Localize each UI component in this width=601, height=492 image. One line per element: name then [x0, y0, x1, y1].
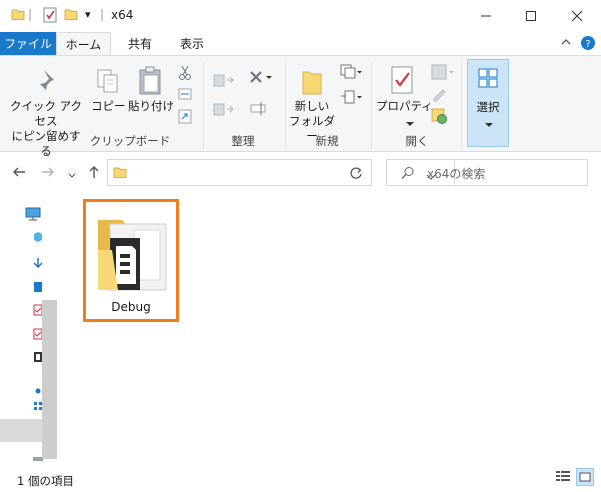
minimize-button[interactable] — [463, 0, 509, 32]
open-icon[interactable] — [431, 64, 455, 83]
forward-arrow-icon[interactable] — [41, 165, 55, 182]
move-to-icon[interactable] — [213, 72, 237, 91]
details-view-icon[interactable] — [555, 468, 571, 487]
copy-to-icon[interactable] — [213, 101, 237, 120]
delete-icon[interactable] — [249, 70, 273, 89]
tab-share[interactable]: 共有 — [118, 32, 162, 55]
ribbon: クイック アクセス にピン留めする コピー 貼り付け クリップボード 整理 新し… — [0, 55, 601, 158]
folder-with-document-icon — [94, 210, 170, 303]
maximize-button[interactable] — [508, 0, 554, 32]
recent-locations-chevron-icon[interactable] — [68, 168, 76, 182]
folder-item-debug[interactable]: Debug — [83, 199, 179, 322]
group-open-label: 開く — [405, 134, 429, 148]
properties-icon[interactable] — [390, 65, 414, 98]
window-title: x64 — [111, 8, 134, 22]
edit-icon[interactable] — [431, 86, 447, 105]
properties-button[interactable]: プロパティ — [376, 99, 433, 114]
paste-icon[interactable] — [138, 66, 164, 99]
cube-icon[interactable] — [33, 231, 43, 246]
chevron-up-icon[interactable] — [560, 36, 572, 51]
select-label: 選択 — [476, 100, 500, 114]
chevron-down-icon[interactable] — [406, 117, 414, 131]
separator — [101, 9, 103, 24]
address-bar[interactable] — [107, 159, 455, 186]
refresh-icon[interactable] — [349, 166, 363, 183]
chevron-down-icon — [485, 118, 493, 132]
dot-icon[interactable] — [34, 383, 42, 397]
search-icon — [401, 166, 415, 183]
folder-icon — [113, 165, 127, 182]
group-organize-label: 整理 — [231, 134, 255, 148]
easy-access-icon[interactable] — [340, 89, 362, 108]
documents-icon[interactable] — [33, 281, 43, 296]
title-bar: ▾ x64 — [0, 0, 601, 32]
group-divider — [285, 62, 286, 148]
group-divider — [203, 62, 204, 148]
copy-button[interactable]: コピー — [91, 99, 126, 114]
properties-quick-icon[interactable] — [43, 7, 57, 26]
tab-home[interactable]: ホーム — [56, 32, 111, 55]
new-folder-icon[interactable] — [301, 66, 323, 99]
new-folder-quick-icon[interactable] — [64, 7, 78, 24]
group-clipboard-label: クリップボード — [89, 134, 171, 148]
tab-file[interactable]: ファイル — [0, 32, 56, 55]
navigation-selected-row[interactable] — [0, 419, 42, 442]
download-arrow-icon[interactable] — [33, 257, 43, 272]
svg-text:?: ? — [585, 39, 590, 50]
paste-button[interactable]: 貼り付け — [128, 99, 174, 114]
up-arrow-icon[interactable] — [87, 165, 101, 182]
group-divider — [371, 62, 372, 148]
customize-quick-access-dropdown[interactable]: ▾ — [85, 8, 91, 21]
ribbon-tabs: ファイル ホーム 共有 表示 ? — [0, 32, 601, 55]
select-grid-icon — [478, 68, 498, 91]
pin-to-quick-access-button[interactable]: クイック アクセス にピン留めする — [6, 99, 86, 159]
copy-icon[interactable] — [96, 68, 120, 97]
group-divider — [461, 62, 462, 148]
search-placeholder: x64の検索 — [427, 167, 486, 181]
navigation-scrollbar[interactable] — [42, 300, 57, 459]
help-icon[interactable]: ? — [580, 35, 596, 54]
large-icons-view-icon[interactable] — [576, 468, 594, 489]
folder-icon — [11, 7, 25, 24]
history-icon[interactable] — [431, 108, 447, 127]
pin-icon[interactable] — [36, 68, 58, 95]
folder-name-label: Debug — [111, 300, 151, 314]
tab-view[interactable]: 表示 — [170, 32, 214, 55]
back-arrow-icon[interactable] — [12, 165, 26, 182]
close-button[interactable] — [553, 0, 601, 32]
status-item-count: 1 個の項目 — [17, 474, 74, 488]
new-item-icon[interactable] — [340, 64, 362, 83]
cut-icon[interactable] — [178, 65, 192, 84]
search-box[interactable]: x64の検索 — [386, 159, 588, 186]
monitor-icon[interactable] — [25, 207, 41, 224]
group-new-label: 新規 — [315, 134, 339, 148]
rename-icon[interactable] — [249, 100, 267, 119]
paste-shortcut-icon[interactable] — [178, 108, 192, 127]
select-button[interactable]: 選択 — [467, 59, 509, 147]
separator — [29, 9, 31, 24]
copy-path-icon[interactable] — [178, 88, 192, 103]
